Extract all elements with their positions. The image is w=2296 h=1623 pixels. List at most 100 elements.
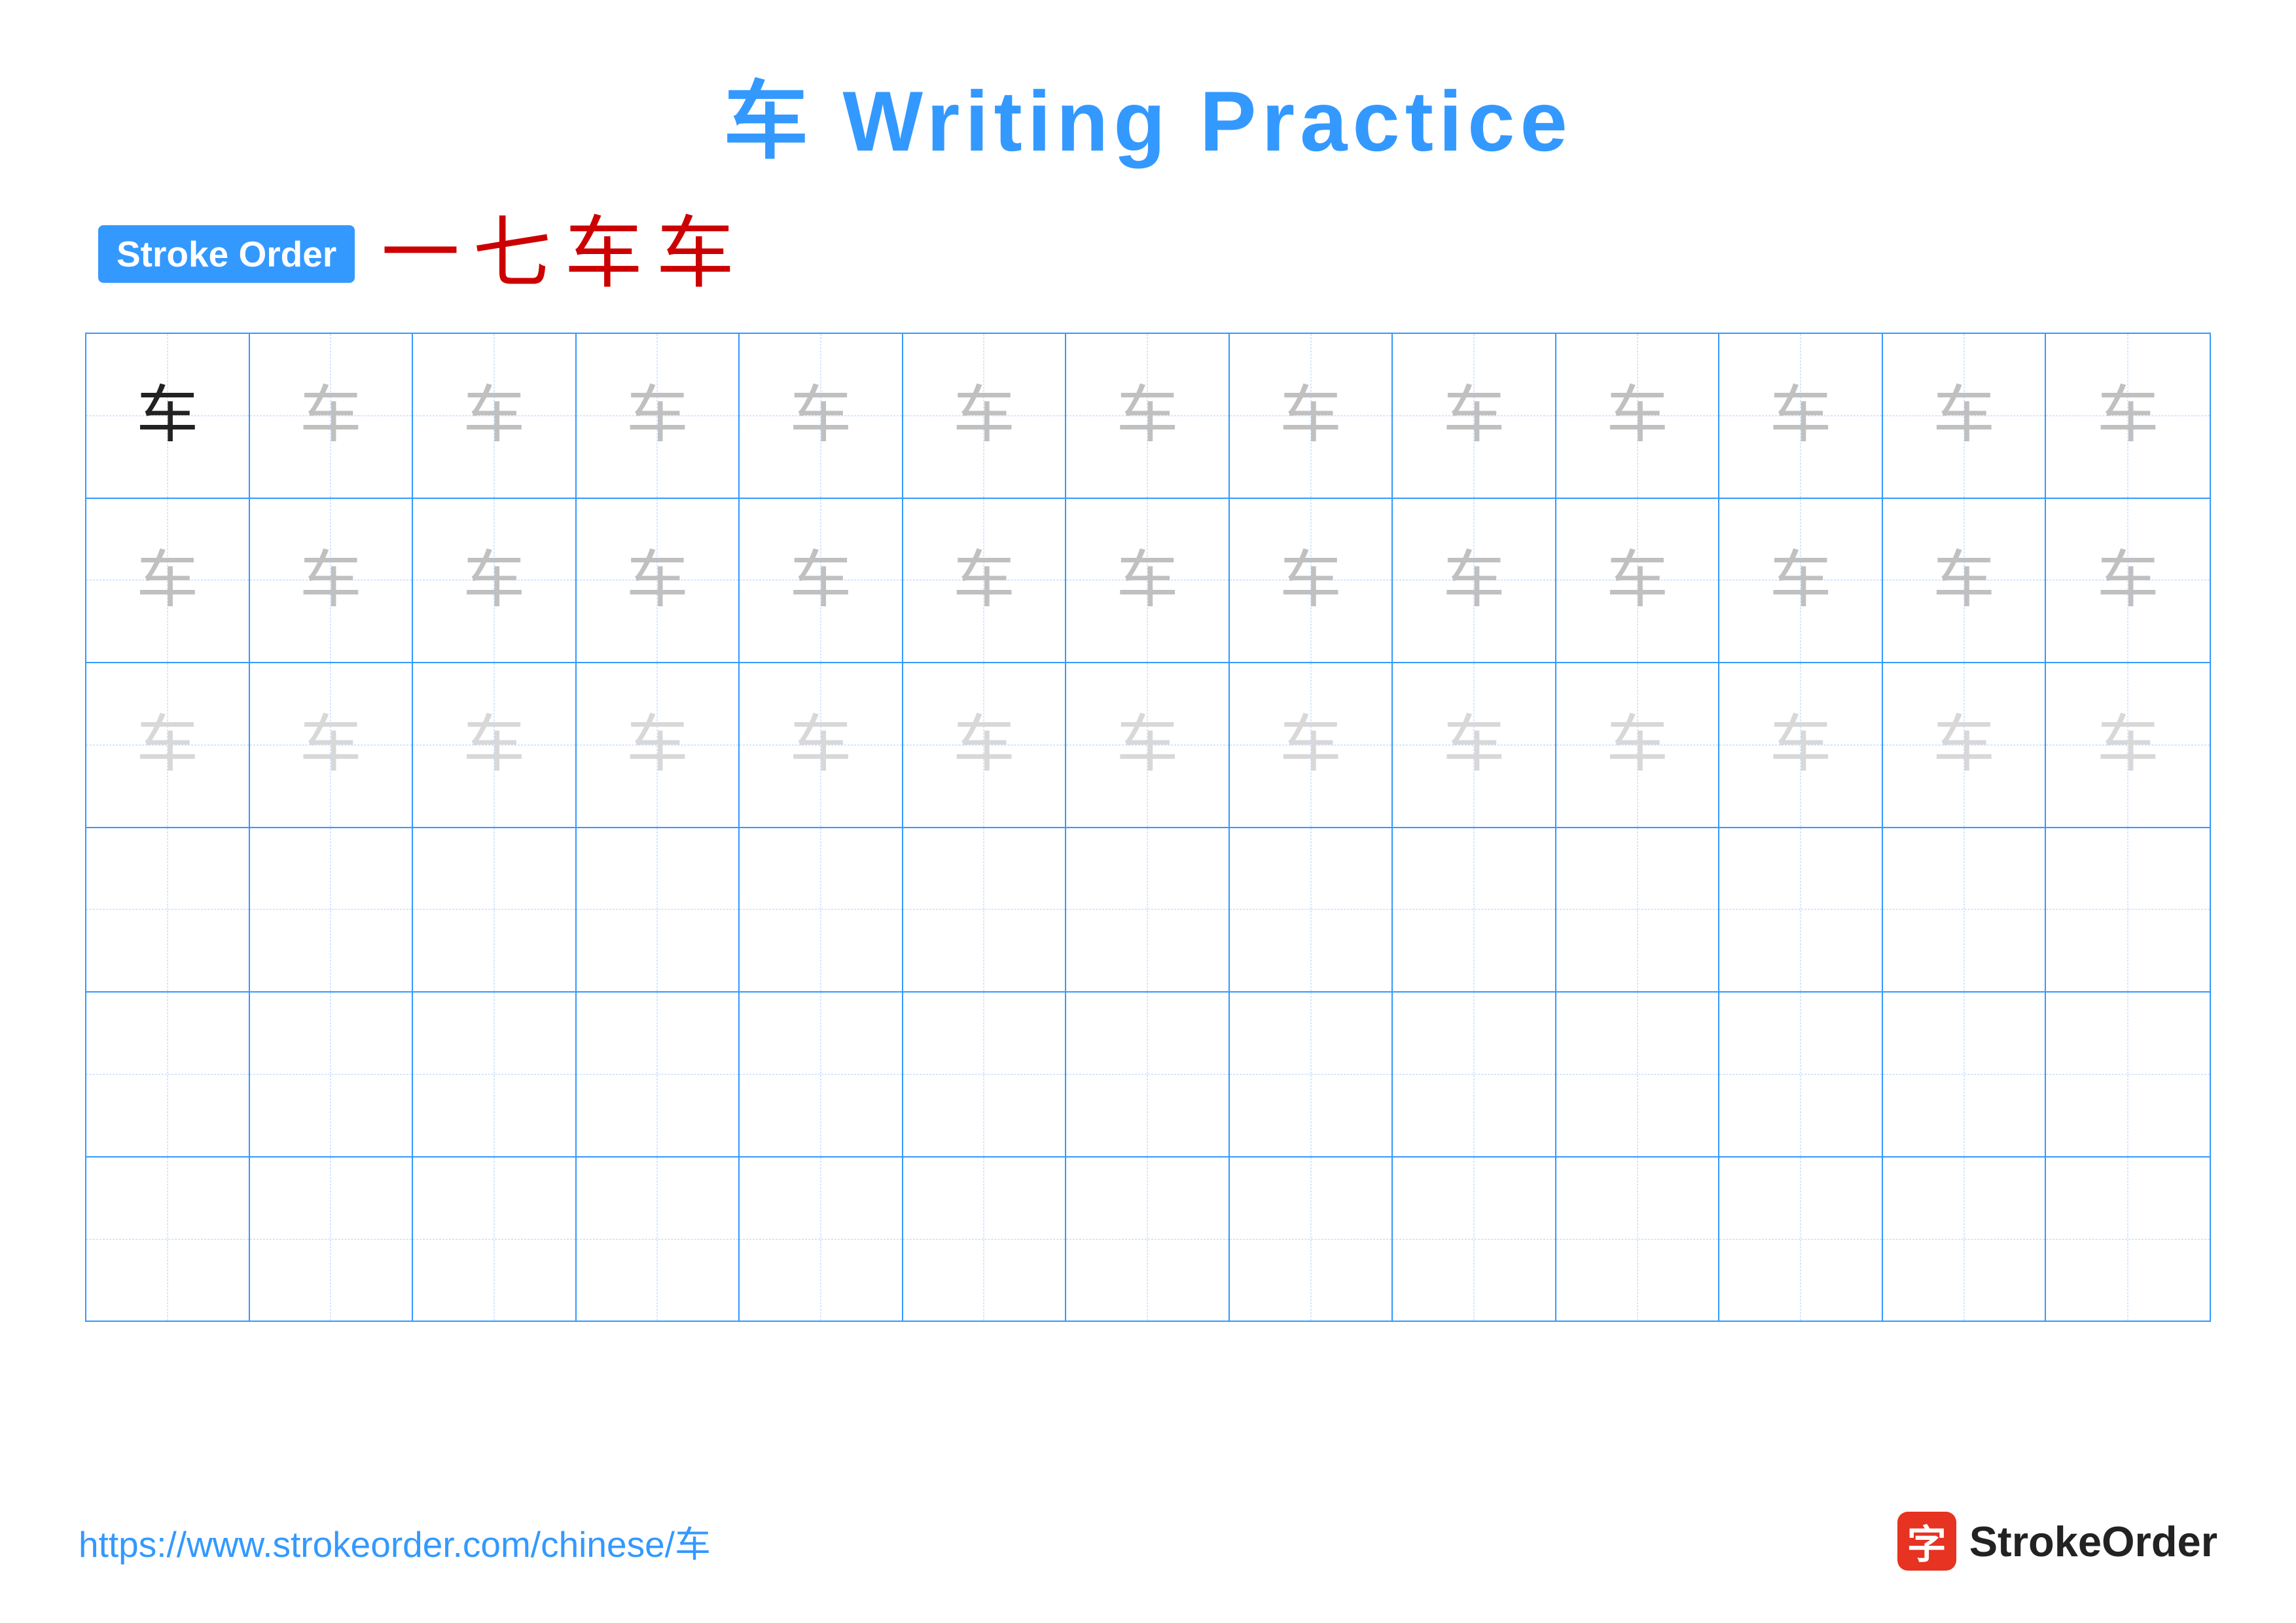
- grid-row-4: [86, 993, 2210, 1158]
- grid-cell-3-7[interactable]: [1230, 828, 1393, 992]
- grid-cell-2-3[interactable]: 车: [577, 663, 740, 827]
- grid-cell-3-2[interactable]: [413, 828, 577, 992]
- grid-cell-2-1[interactable]: 车: [250, 663, 414, 827]
- grid-cell-5-6[interactable]: [1066, 1158, 1230, 1321]
- grid-cell-5-3[interactable]: [577, 1158, 740, 1321]
- grid-cell-3-5[interactable]: [903, 828, 1067, 992]
- grid-cell-3-6[interactable]: [1066, 828, 1230, 992]
- grid-cell-5-10[interactable]: [1719, 1158, 1883, 1321]
- footer-logo-text: StrokeOrder: [1969, 1517, 2217, 1566]
- cell-character: 车: [1933, 714, 1995, 776]
- grid-cell-2-7[interactable]: 车: [1230, 663, 1393, 827]
- grid-cell-2-2[interactable]: 车: [413, 663, 577, 827]
- grid-cell-0-11[interactable]: 车: [1883, 334, 2047, 498]
- grid-cell-4-8[interactable]: [1393, 993, 1556, 1156]
- grid-row-5: [86, 1158, 2210, 1321]
- grid-cell-1-8[interactable]: 车: [1393, 499, 1556, 663]
- grid-cell-2-11[interactable]: 车: [1883, 663, 2047, 827]
- grid-cell-4-4[interactable]: [740, 993, 903, 1156]
- grid-cell-3-9[interactable]: [1556, 828, 1720, 992]
- grid-cell-2-0[interactable]: 车: [86, 663, 250, 827]
- grid-cell-2-10[interactable]: 车: [1719, 663, 1883, 827]
- grid-cell-5-5[interactable]: [903, 1158, 1067, 1321]
- stroke-order-section: Stroke Order 一 七 车 车: [98, 215, 2217, 293]
- cell-character: 车: [789, 549, 852, 611]
- grid-cell-0-12[interactable]: 车: [2046, 334, 2210, 498]
- grid-cell-4-10[interactable]: [1719, 993, 1883, 1156]
- grid-cell-3-10[interactable]: [1719, 828, 1883, 992]
- cell-character: 车: [2097, 549, 2159, 611]
- grid-cell-2-8[interactable]: 车: [1393, 663, 1556, 827]
- grid-cell-3-12[interactable]: [2046, 828, 2210, 992]
- grid-cell-1-2[interactable]: 车: [413, 499, 577, 663]
- grid-cell-4-9[interactable]: [1556, 993, 1720, 1156]
- grid-cell-3-1[interactable]: [250, 828, 414, 992]
- grid-cell-5-9[interactable]: [1556, 1158, 1720, 1321]
- grid-cell-4-6[interactable]: [1066, 993, 1230, 1156]
- cell-character: 车: [463, 384, 525, 447]
- grid-cell-3-3[interactable]: [577, 828, 740, 992]
- grid-cell-5-11[interactable]: [1883, 1158, 2047, 1321]
- footer-url[interactable]: https://www.strokeorder.com/chinese/车: [79, 1515, 711, 1567]
- grid-cell-2-6[interactable]: 车: [1066, 663, 1230, 827]
- stroke-3: 车: [564, 215, 643, 293]
- grid-cell-3-11[interactable]: [1883, 828, 2047, 992]
- grid-cell-5-4[interactable]: [740, 1158, 903, 1321]
- stroke-order-badge: Stroke Order: [98, 225, 355, 283]
- grid-cell-2-9[interactable]: 车: [1556, 663, 1720, 827]
- grid-cell-1-3[interactable]: 车: [577, 499, 740, 663]
- grid-cell-2-4[interactable]: 车: [740, 663, 903, 827]
- grid-cell-4-3[interactable]: [577, 993, 740, 1156]
- grid-cell-0-5[interactable]: 车: [903, 334, 1067, 498]
- grid-cell-3-0[interactable]: [86, 828, 250, 992]
- grid-cell-0-8[interactable]: 车: [1393, 334, 1556, 498]
- grid-cell-0-10[interactable]: 车: [1719, 334, 1883, 498]
- grid-cell-0-1[interactable]: 车: [250, 334, 414, 498]
- grid-cell-4-0[interactable]: [86, 993, 250, 1156]
- grid-cell-4-11[interactable]: [1883, 993, 2047, 1156]
- grid-cell-1-12[interactable]: 车: [2046, 499, 2210, 663]
- cell-character: 车: [463, 549, 525, 611]
- grid-cell-4-7[interactable]: [1230, 993, 1393, 1156]
- grid-cell-4-2[interactable]: [413, 993, 577, 1156]
- grid-cell-5-2[interactable]: [413, 1158, 577, 1321]
- grid-cell-0-2[interactable]: 车: [413, 334, 577, 498]
- grid-cell-3-4[interactable]: [740, 828, 903, 992]
- cell-character: 车: [1280, 714, 1342, 776]
- grid-cell-2-5[interactable]: 车: [903, 663, 1067, 827]
- grid-cell-0-9[interactable]: 车: [1556, 334, 1720, 498]
- grid-cell-5-8[interactable]: [1393, 1158, 1556, 1321]
- cell-character: 车: [789, 384, 852, 447]
- grid-cell-1-5[interactable]: 车: [903, 499, 1067, 663]
- grid-cell-1-1[interactable]: 车: [250, 499, 414, 663]
- grid-cell-1-9[interactable]: 车: [1556, 499, 1720, 663]
- cell-character: 车: [136, 549, 198, 611]
- grid-cell-4-1[interactable]: [250, 993, 414, 1156]
- grid-cell-1-10[interactable]: 车: [1719, 499, 1883, 663]
- cell-character: 车: [953, 549, 1015, 611]
- cell-character: 车: [1606, 384, 1668, 447]
- grid-cell-5-1[interactable]: [250, 1158, 414, 1321]
- grid-row-2: 车车车车车车车车车车车车车: [86, 663, 2210, 828]
- grid-cell-0-0[interactable]: 车: [86, 334, 250, 498]
- grid-cell-5-12[interactable]: [2046, 1158, 2210, 1321]
- cell-character: 车: [2097, 384, 2159, 447]
- grid-cell-5-0[interactable]: [86, 1158, 250, 1321]
- title-section: 车 Writing Practice: [79, 52, 2217, 175]
- grid-cell-0-3[interactable]: 车: [577, 334, 740, 498]
- cell-character: 车: [1280, 384, 1342, 447]
- grid-cell-4-5[interactable]: [903, 993, 1067, 1156]
- grid-cell-0-6[interactable]: 车: [1066, 334, 1230, 498]
- grid-cell-0-7[interactable]: 车: [1230, 334, 1393, 498]
- grid-cell-5-7[interactable]: [1230, 1158, 1393, 1321]
- grid-cell-3-8[interactable]: [1393, 828, 1556, 992]
- grid-cell-1-11[interactable]: 车: [1883, 499, 2047, 663]
- grid-cell-1-4[interactable]: 车: [740, 499, 903, 663]
- grid-cell-0-4[interactable]: 车: [740, 334, 903, 498]
- grid-cell-1-7[interactable]: 车: [1230, 499, 1393, 663]
- grid-cell-2-12[interactable]: 车: [2046, 663, 2210, 827]
- grid-cell-1-0[interactable]: 车: [86, 499, 250, 663]
- grid-cell-4-12[interactable]: [2046, 993, 2210, 1156]
- grid-cell-1-6[interactable]: 车: [1066, 499, 1230, 663]
- grid-row-1: 车车车车车车车车车车车车车: [86, 499, 2210, 664]
